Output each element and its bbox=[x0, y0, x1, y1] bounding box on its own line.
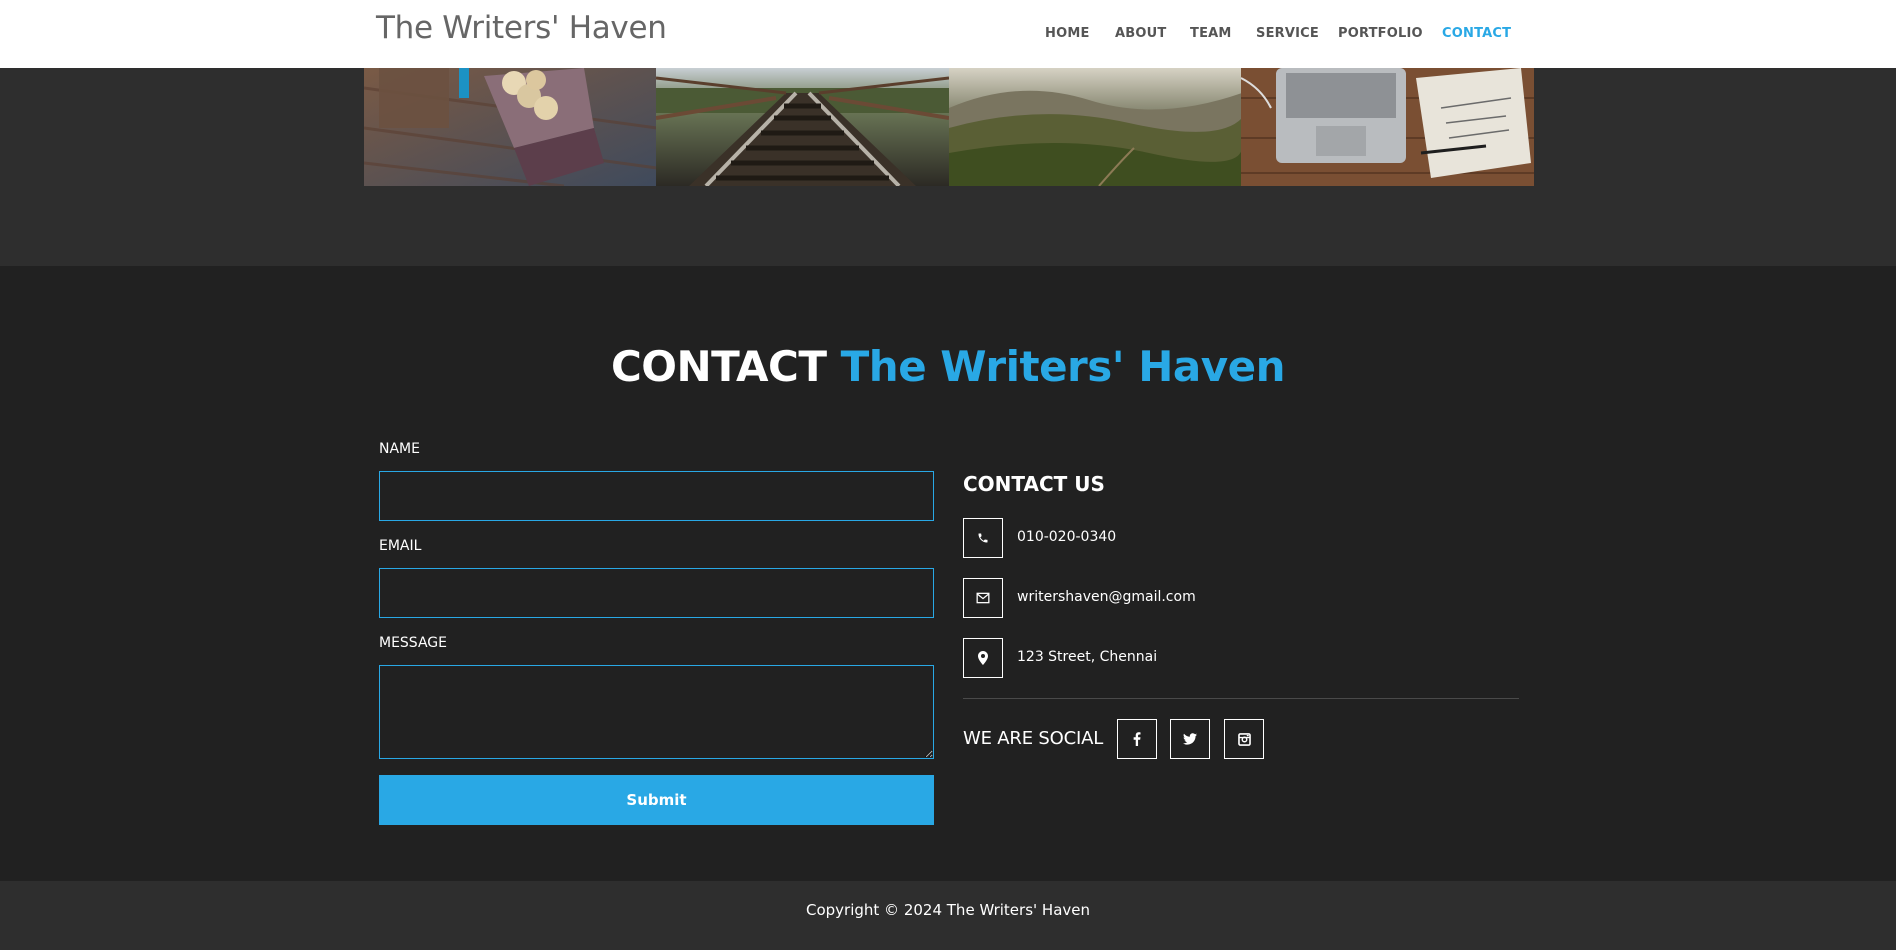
message-textarea[interactable] bbox=[379, 665, 934, 759]
laptop-notebook-photo[interactable] bbox=[1241, 68, 1534, 186]
instagram-button[interactable] bbox=[1224, 719, 1264, 759]
footer: Copyright © 2024 The Writers' Haven bbox=[0, 881, 1896, 950]
contact-us-heading: CONTACT US bbox=[963, 472, 1105, 496]
address: 123 Street, Chennai bbox=[1017, 649, 1158, 665]
twitter-icon bbox=[1183, 733, 1197, 745]
nav-about[interactable]: ABOUT bbox=[1115, 26, 1166, 41]
email-label: EMAIL bbox=[379, 538, 422, 554]
phone-number: 010-020-0340 bbox=[1017, 529, 1117, 545]
message-label: MESSAGE bbox=[379, 635, 447, 651]
email-address: writershaven@gmail.com bbox=[1017, 589, 1196, 605]
map-marker-icon bbox=[963, 638, 1003, 678]
contact-title-plain: CONTACT bbox=[610, 342, 827, 391]
nav-portfolio[interactable]: PORTFOLIO bbox=[1338, 26, 1423, 41]
email-input[interactable] bbox=[379, 568, 934, 618]
facebook-button[interactable] bbox=[1117, 719, 1157, 759]
contact-title-accent: The Writers' Haven bbox=[840, 342, 1286, 391]
mountain-landscape-photo[interactable] bbox=[949, 68, 1242, 186]
portfolio-strip bbox=[0, 68, 1896, 266]
coffee-macarons-photo[interactable] bbox=[364, 68, 657, 186]
submit-button[interactable]: Submit bbox=[379, 775, 934, 825]
social-label: WE ARE SOCIAL bbox=[963, 728, 1104, 749]
brand-logo[interactable]: The Writers' Haven bbox=[376, 10, 667, 46]
name-label: NAME bbox=[379, 441, 420, 457]
twitter-button[interactable] bbox=[1170, 719, 1210, 759]
envelope-icon bbox=[963, 578, 1003, 618]
instagram-icon bbox=[1237, 732, 1251, 746]
name-input[interactable] bbox=[379, 471, 934, 521]
contact-section: CONTACT The Writers' Haven NAME EMAIL ME… bbox=[0, 266, 1896, 881]
phone-icon bbox=[963, 518, 1003, 558]
divider bbox=[963, 698, 1519, 699]
nav-service[interactable]: SERVICE bbox=[1256, 26, 1319, 41]
top-navbar: The Writers' Haven HOME ABOUT TEAM SERVI… bbox=[0, 0, 1896, 68]
contact-title: CONTACT The Writers' Haven bbox=[0, 342, 1896, 391]
nav-home[interactable]: HOME bbox=[1045, 26, 1090, 41]
copyright-text: Copyright © 2024 The Writers' Haven bbox=[806, 901, 1090, 919]
nav-contact[interactable]: CONTACT bbox=[1442, 26, 1511, 41]
railway-bridge-photo[interactable] bbox=[656, 68, 949, 186]
facebook-icon bbox=[1133, 732, 1141, 746]
nav-team[interactable]: TEAM bbox=[1190, 26, 1232, 41]
